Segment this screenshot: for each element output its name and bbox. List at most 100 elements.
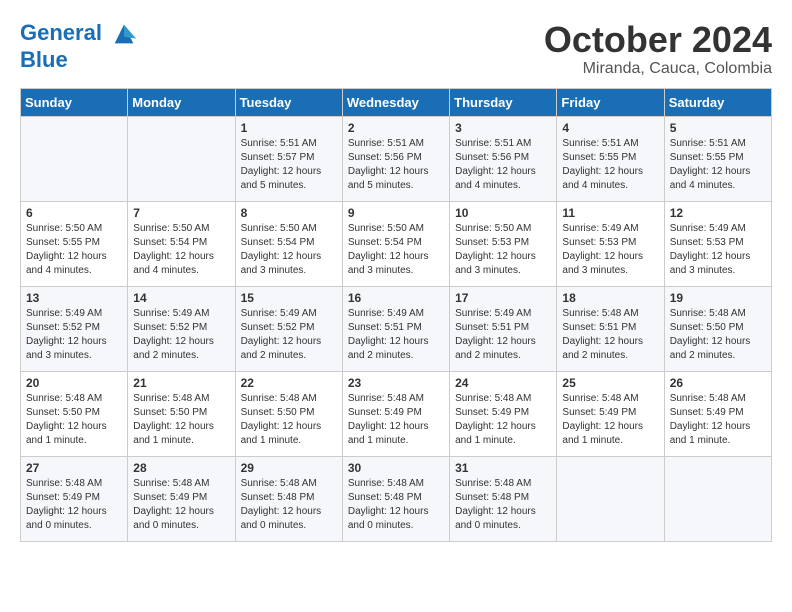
day-cell: 12 Sunrise: 5:49 AMSunset: 5:53 PMDaylig… (664, 201, 771, 286)
day-number: 15 (241, 291, 337, 305)
day-cell: 5 Sunrise: 5:51 AMSunset: 5:55 PMDayligh… (664, 116, 771, 201)
day-number: 20 (26, 376, 122, 390)
day-number: 2 (348, 121, 444, 135)
day-info: Sunrise: 5:48 AMSunset: 5:50 PMDaylight:… (670, 308, 751, 361)
day-cell: 26 Sunrise: 5:48 AMSunset: 5:49 PMDaylig… (664, 371, 771, 456)
day-cell: 9 Sunrise: 5:50 AMSunset: 5:54 PMDayligh… (342, 201, 449, 286)
day-cell (664, 456, 771, 541)
day-number: 16 (348, 291, 444, 305)
day-number: 26 (670, 376, 766, 390)
title-area: October 2024 Miranda, Cauca, Colombia (544, 20, 772, 78)
day-info: Sunrise: 5:48 AMSunset: 5:49 PMDaylight:… (670, 393, 751, 446)
logo-icon (110, 20, 138, 48)
day-cell: 17 Sunrise: 5:49 AMSunset: 5:51 PMDaylig… (450, 286, 557, 371)
day-number: 18 (562, 291, 658, 305)
day-header-wednesday: Wednesday (342, 88, 449, 116)
day-number: 10 (455, 206, 551, 220)
day-number: 17 (455, 291, 551, 305)
day-cell (21, 116, 128, 201)
day-info: Sunrise: 5:50 AMSunset: 5:55 PMDaylight:… (26, 223, 107, 276)
day-header-friday: Friday (557, 88, 664, 116)
week-row-4: 20 Sunrise: 5:48 AMSunset: 5:50 PMDaylig… (21, 371, 772, 456)
day-info: Sunrise: 5:51 AMSunset: 5:56 PMDaylight:… (348, 138, 429, 191)
day-cell: 30 Sunrise: 5:48 AMSunset: 5:48 PMDaylig… (342, 456, 449, 541)
day-cell: 31 Sunrise: 5:48 AMSunset: 5:48 PMDaylig… (450, 456, 557, 541)
day-info: Sunrise: 5:49 AMSunset: 5:51 PMDaylight:… (455, 308, 536, 361)
day-info: Sunrise: 5:49 AMSunset: 5:53 PMDaylight:… (670, 223, 751, 276)
day-cell (128, 116, 235, 201)
day-header-sunday: Sunday (21, 88, 128, 116)
day-info: Sunrise: 5:50 AMSunset: 5:54 PMDaylight:… (241, 223, 322, 276)
day-number: 1 (241, 121, 337, 135)
day-number: 3 (455, 121, 551, 135)
calendar-table: SundayMondayTuesdayWednesdayThursdayFrid… (20, 88, 772, 542)
day-header-saturday: Saturday (664, 88, 771, 116)
day-cell: 15 Sunrise: 5:49 AMSunset: 5:52 PMDaylig… (235, 286, 342, 371)
day-cell: 13 Sunrise: 5:49 AMSunset: 5:52 PMDaylig… (21, 286, 128, 371)
day-number: 30 (348, 461, 444, 475)
day-number: 24 (455, 376, 551, 390)
day-info: Sunrise: 5:48 AMSunset: 5:49 PMDaylight:… (348, 393, 429, 446)
day-cell (557, 456, 664, 541)
day-cell: 19 Sunrise: 5:48 AMSunset: 5:50 PMDaylig… (664, 286, 771, 371)
day-cell: 28 Sunrise: 5:48 AMSunset: 5:49 PMDaylig… (128, 456, 235, 541)
day-info: Sunrise: 5:51 AMSunset: 5:55 PMDaylight:… (670, 138, 751, 191)
day-info: Sunrise: 5:51 AMSunset: 5:57 PMDaylight:… (241, 138, 322, 191)
logo: General Blue (20, 20, 138, 72)
day-cell: 27 Sunrise: 5:48 AMSunset: 5:49 PMDaylig… (21, 456, 128, 541)
day-cell: 18 Sunrise: 5:48 AMSunset: 5:51 PMDaylig… (557, 286, 664, 371)
day-cell: 11 Sunrise: 5:49 AMSunset: 5:53 PMDaylig… (557, 201, 664, 286)
day-cell: 21 Sunrise: 5:48 AMSunset: 5:50 PMDaylig… (128, 371, 235, 456)
month-title: October 2024 (544, 20, 772, 60)
day-info: Sunrise: 5:48 AMSunset: 5:49 PMDaylight:… (26, 478, 107, 531)
day-number: 25 (562, 376, 658, 390)
header-row: SundayMondayTuesdayWednesdayThursdayFrid… (21, 88, 772, 116)
day-number: 4 (562, 121, 658, 135)
logo-blue: Blue (20, 48, 138, 72)
day-cell: 8 Sunrise: 5:50 AMSunset: 5:54 PMDayligh… (235, 201, 342, 286)
day-info: Sunrise: 5:50 AMSunset: 5:54 PMDaylight:… (133, 223, 214, 276)
day-cell: 23 Sunrise: 5:48 AMSunset: 5:49 PMDaylig… (342, 371, 449, 456)
week-row-1: 1 Sunrise: 5:51 AMSunset: 5:57 PMDayligh… (21, 116, 772, 201)
day-number: 14 (133, 291, 229, 305)
day-cell: 20 Sunrise: 5:48 AMSunset: 5:50 PMDaylig… (21, 371, 128, 456)
day-info: Sunrise: 5:48 AMSunset: 5:51 PMDaylight:… (562, 308, 643, 361)
day-info: Sunrise: 5:48 AMSunset: 5:49 PMDaylight:… (133, 478, 214, 531)
day-cell: 10 Sunrise: 5:50 AMSunset: 5:53 PMDaylig… (450, 201, 557, 286)
day-cell: 25 Sunrise: 5:48 AMSunset: 5:49 PMDaylig… (557, 371, 664, 456)
day-cell: 7 Sunrise: 5:50 AMSunset: 5:54 PMDayligh… (128, 201, 235, 286)
day-number: 31 (455, 461, 551, 475)
day-info: Sunrise: 5:49 AMSunset: 5:52 PMDaylight:… (133, 308, 214, 361)
day-number: 29 (241, 461, 337, 475)
day-info: Sunrise: 5:48 AMSunset: 5:50 PMDaylight:… (133, 393, 214, 446)
day-cell: 3 Sunrise: 5:51 AMSunset: 5:56 PMDayligh… (450, 116, 557, 201)
day-info: Sunrise: 5:49 AMSunset: 5:53 PMDaylight:… (562, 223, 643, 276)
day-info: Sunrise: 5:51 AMSunset: 5:55 PMDaylight:… (562, 138, 643, 191)
day-header-tuesday: Tuesday (235, 88, 342, 116)
day-info: Sunrise: 5:50 AMSunset: 5:54 PMDaylight:… (348, 223, 429, 276)
day-info: Sunrise: 5:48 AMSunset: 5:48 PMDaylight:… (455, 478, 536, 531)
day-number: 13 (26, 291, 122, 305)
day-info: Sunrise: 5:48 AMSunset: 5:50 PMDaylight:… (241, 393, 322, 446)
day-cell: 4 Sunrise: 5:51 AMSunset: 5:55 PMDayligh… (557, 116, 664, 201)
day-info: Sunrise: 5:49 AMSunset: 5:52 PMDaylight:… (26, 308, 107, 361)
day-info: Sunrise: 5:50 AMSunset: 5:53 PMDaylight:… (455, 223, 536, 276)
day-number: 8 (241, 206, 337, 220)
day-number: 22 (241, 376, 337, 390)
day-info: Sunrise: 5:49 AMSunset: 5:51 PMDaylight:… (348, 308, 429, 361)
day-info: Sunrise: 5:48 AMSunset: 5:48 PMDaylight:… (348, 478, 429, 531)
day-info: Sunrise: 5:51 AMSunset: 5:56 PMDaylight:… (455, 138, 536, 191)
day-number: 6 (26, 206, 122, 220)
day-number: 12 (670, 206, 766, 220)
day-cell: 2 Sunrise: 5:51 AMSunset: 5:56 PMDayligh… (342, 116, 449, 201)
day-number: 9 (348, 206, 444, 220)
location-title: Miranda, Cauca, Colombia (544, 60, 772, 78)
day-cell: 22 Sunrise: 5:48 AMSunset: 5:50 PMDaylig… (235, 371, 342, 456)
day-header-thursday: Thursday (450, 88, 557, 116)
day-info: Sunrise: 5:48 AMSunset: 5:50 PMDaylight:… (26, 393, 107, 446)
day-cell: 24 Sunrise: 5:48 AMSunset: 5:49 PMDaylig… (450, 371, 557, 456)
day-number: 7 (133, 206, 229, 220)
day-number: 28 (133, 461, 229, 475)
logo-text: General (20, 20, 138, 48)
day-header-monday: Monday (128, 88, 235, 116)
